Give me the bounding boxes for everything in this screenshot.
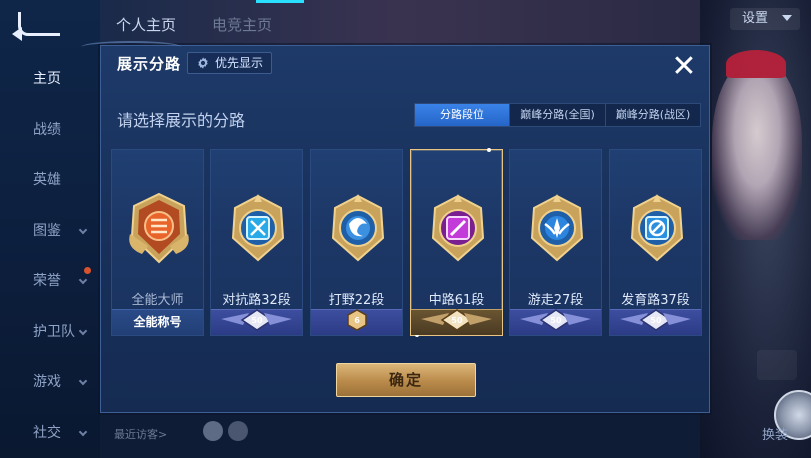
chevron-down-icon xyxy=(78,427,88,436)
rank-badge-number: 50 xyxy=(451,316,463,325)
sidebar-item-label: 英雄 xyxy=(33,172,61,188)
tab-esports-home[interactable]: 电竞主页 xyxy=(212,14,272,35)
lane-name: 打野22段 xyxy=(328,293,385,308)
priority-display-label: 优先显示 xyxy=(215,56,264,70)
close-button[interactable]: ✕ xyxy=(669,52,699,82)
rank-badge-bar: 50 xyxy=(211,309,302,335)
avatar[interactable] xyxy=(203,421,223,441)
sidebar-item-label: 主页 xyxy=(33,71,61,87)
chevron-down-icon xyxy=(78,225,88,234)
sidebar-item-guard[interactable]: 护卫队 xyxy=(0,309,100,360)
rank-badge-bar: 50 xyxy=(510,309,601,335)
dialog-title: 展示分路 xyxy=(117,55,182,73)
chevron-down-icon xyxy=(78,376,88,386)
sidebar-item-label: 战绩 xyxy=(33,121,61,138)
sidebar-item-social[interactable]: 社交 xyxy=(0,410,100,458)
outfit-button[interactable]: 换装 xyxy=(762,424,788,443)
lane-name: 对抗路32段 xyxy=(222,293,291,308)
top-banner xyxy=(100,0,700,48)
lane-card-mid[interactable]: 中路61段 50 xyxy=(410,148,503,337)
tab-indicator xyxy=(256,0,304,3)
sidebar-item-games[interactable]: 游戏 xyxy=(0,359,100,410)
wing-decoration xyxy=(464,313,492,325)
tab-peak-national[interactable]: 巅峰分路(全国) xyxy=(509,104,605,126)
sidebar-item-label: 护卫队 xyxy=(33,323,75,340)
rank-badge: 6 xyxy=(346,309,367,331)
lane-card-all-round[interactable]: 全能大师 全能称号 xyxy=(111,149,204,336)
lane-display-dialog: 展示分路 优先显示 ✕ 请选择展示的分路 分路段位 巅峰分路(全国) 巅峰分路(… xyxy=(81,41,710,413)
rank-badge-number: 50 xyxy=(251,316,263,325)
back-icon[interactable] xyxy=(12,12,60,41)
rank-badge-bar: 50 xyxy=(610,309,701,335)
rank-badge-number: 50 xyxy=(650,316,662,325)
sidebar-item-label: 社交 xyxy=(33,424,61,441)
title-decoration xyxy=(81,41,181,53)
wing-decoration xyxy=(264,313,292,325)
settings-button[interactable]: 设置 xyxy=(730,8,800,30)
rank-type-tabs: 分路段位 巅峰分路(全国) 巅峰分路(战区) xyxy=(414,103,701,127)
notification-dot xyxy=(84,267,91,274)
all-round-title-bar: 全能称号 xyxy=(112,309,203,335)
lane-name: 游走27段 xyxy=(527,293,584,308)
mid-lane-emblem xyxy=(431,194,485,262)
confirm-button[interactable]: 确定 xyxy=(336,363,476,397)
rank-badge-number: 50 xyxy=(550,316,562,325)
selection-corner xyxy=(487,148,491,152)
lane-card-top[interactable]: 对抗路32段 50 xyxy=(210,149,303,336)
lane-name: 全能大师 xyxy=(131,293,184,308)
priority-display-button[interactable]: 优先显示 xyxy=(187,52,273,74)
emote-button[interactable] xyxy=(757,350,797,380)
lane-card-bot[interactable]: 发育路37段 50 xyxy=(609,149,702,336)
bot-lane-emblem xyxy=(630,194,684,262)
sidebar-item-heroes[interactable]: 英雄 xyxy=(0,157,100,208)
sidebar-item-label: 游戏 xyxy=(33,374,61,390)
chevron-down-icon xyxy=(78,275,88,285)
chevron-down-icon xyxy=(78,326,88,335)
tab-personal-home[interactable]: 个人主页 xyxy=(116,14,176,35)
sidebar-nav: 主页 战绩 英雄 图鉴 荣誉 护卫队 游戏 社交 xyxy=(0,56,100,458)
rank-badge-bar: 50 xyxy=(411,309,502,335)
sidebar-item-label: 图鉴 xyxy=(33,222,61,239)
sidebar-item-home[interactable]: 主页 xyxy=(0,56,100,107)
sidebar-item-record[interactable]: 战绩 xyxy=(0,107,100,158)
lane-card-jungle[interactable]: 打野22段 6 xyxy=(310,149,403,336)
sidebar-item-codex[interactable]: 图鉴 xyxy=(0,208,100,259)
roam-emblem xyxy=(530,194,584,262)
rank-badge-number: 6 xyxy=(354,316,360,325)
tab-peak-region[interactable]: 巅峰分路(战区) xyxy=(605,104,700,126)
bottom-strip xyxy=(100,412,700,458)
wing-decoration xyxy=(663,313,691,325)
recent-visitors-link[interactable]: 最近访客> xyxy=(114,426,167,442)
all-round-master-emblem xyxy=(129,192,189,264)
lane-name: 中路61段 xyxy=(428,293,485,308)
rank-badge-bar: 6 xyxy=(311,309,402,335)
sidebar-item-label: 荣誉 xyxy=(33,273,61,289)
lane-name: 发育路37段 xyxy=(621,293,690,308)
select-lane-heading: 请选择展示的分路 xyxy=(117,111,246,130)
wing-decoration xyxy=(563,313,591,325)
jungle-emblem xyxy=(331,194,385,262)
avatar[interactable] xyxy=(228,421,248,441)
gear-icon xyxy=(198,57,208,69)
lane-card-roam[interactable]: 游走27段 50 xyxy=(509,149,602,336)
top-lane-emblem xyxy=(231,194,285,262)
sidebar-item-honor[interactable]: 荣誉 xyxy=(0,258,100,309)
tab-lane-rank[interactable]: 分路段位 xyxy=(415,104,509,126)
close-icon: ✕ xyxy=(671,49,697,84)
character-portrait xyxy=(712,50,802,240)
